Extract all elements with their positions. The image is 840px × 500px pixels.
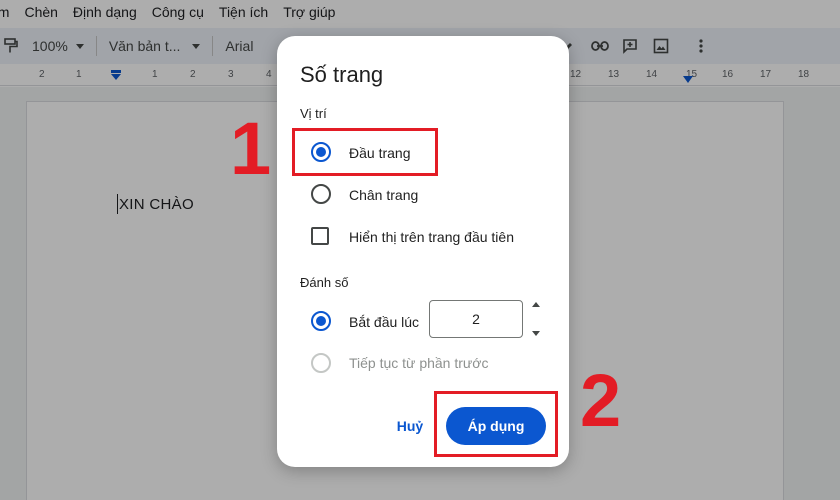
show-first-page-checkbox[interactable] (311, 227, 329, 245)
continue-radio[interactable] (311, 353, 331, 373)
increment-arrow-icon[interactable] (532, 302, 540, 307)
radio-disabled-icon (311, 353, 331, 373)
decrement-arrow-icon[interactable] (532, 331, 540, 336)
start-number-input[interactable] (429, 300, 523, 338)
radio-checked-icon[interactable] (311, 311, 331, 331)
number-stepper[interactable] (529, 302, 543, 336)
numbering-section-label: Đánh số (300, 275, 349, 290)
continue-option-label: Tiếp tục từ phần trước (349, 355, 489, 371)
step-number-2: 2 (580, 359, 622, 442)
footer-option-label[interactable]: Chân trang (349, 187, 418, 203)
footer-radio[interactable] (311, 184, 331, 204)
dialog-title: Số trang (300, 62, 384, 87)
step-number-1: 1 (230, 107, 272, 190)
checkbox-unchecked-icon[interactable] (311, 227, 329, 245)
show-first-page-label[interactable]: Hiển thị trên trang đầu tiên (349, 229, 514, 245)
cancel-button[interactable]: Huỷ (390, 412, 430, 440)
highlight-box-step2 (434, 391, 558, 457)
start-at-label[interactable]: Bắt đầu lúc (349, 314, 419, 330)
highlight-box-step1 (292, 128, 438, 176)
start-at-radio[interactable] (311, 311, 331, 331)
radio-unchecked-icon[interactable] (311, 184, 331, 204)
position-section-label: Vị trí (300, 106, 327, 121)
